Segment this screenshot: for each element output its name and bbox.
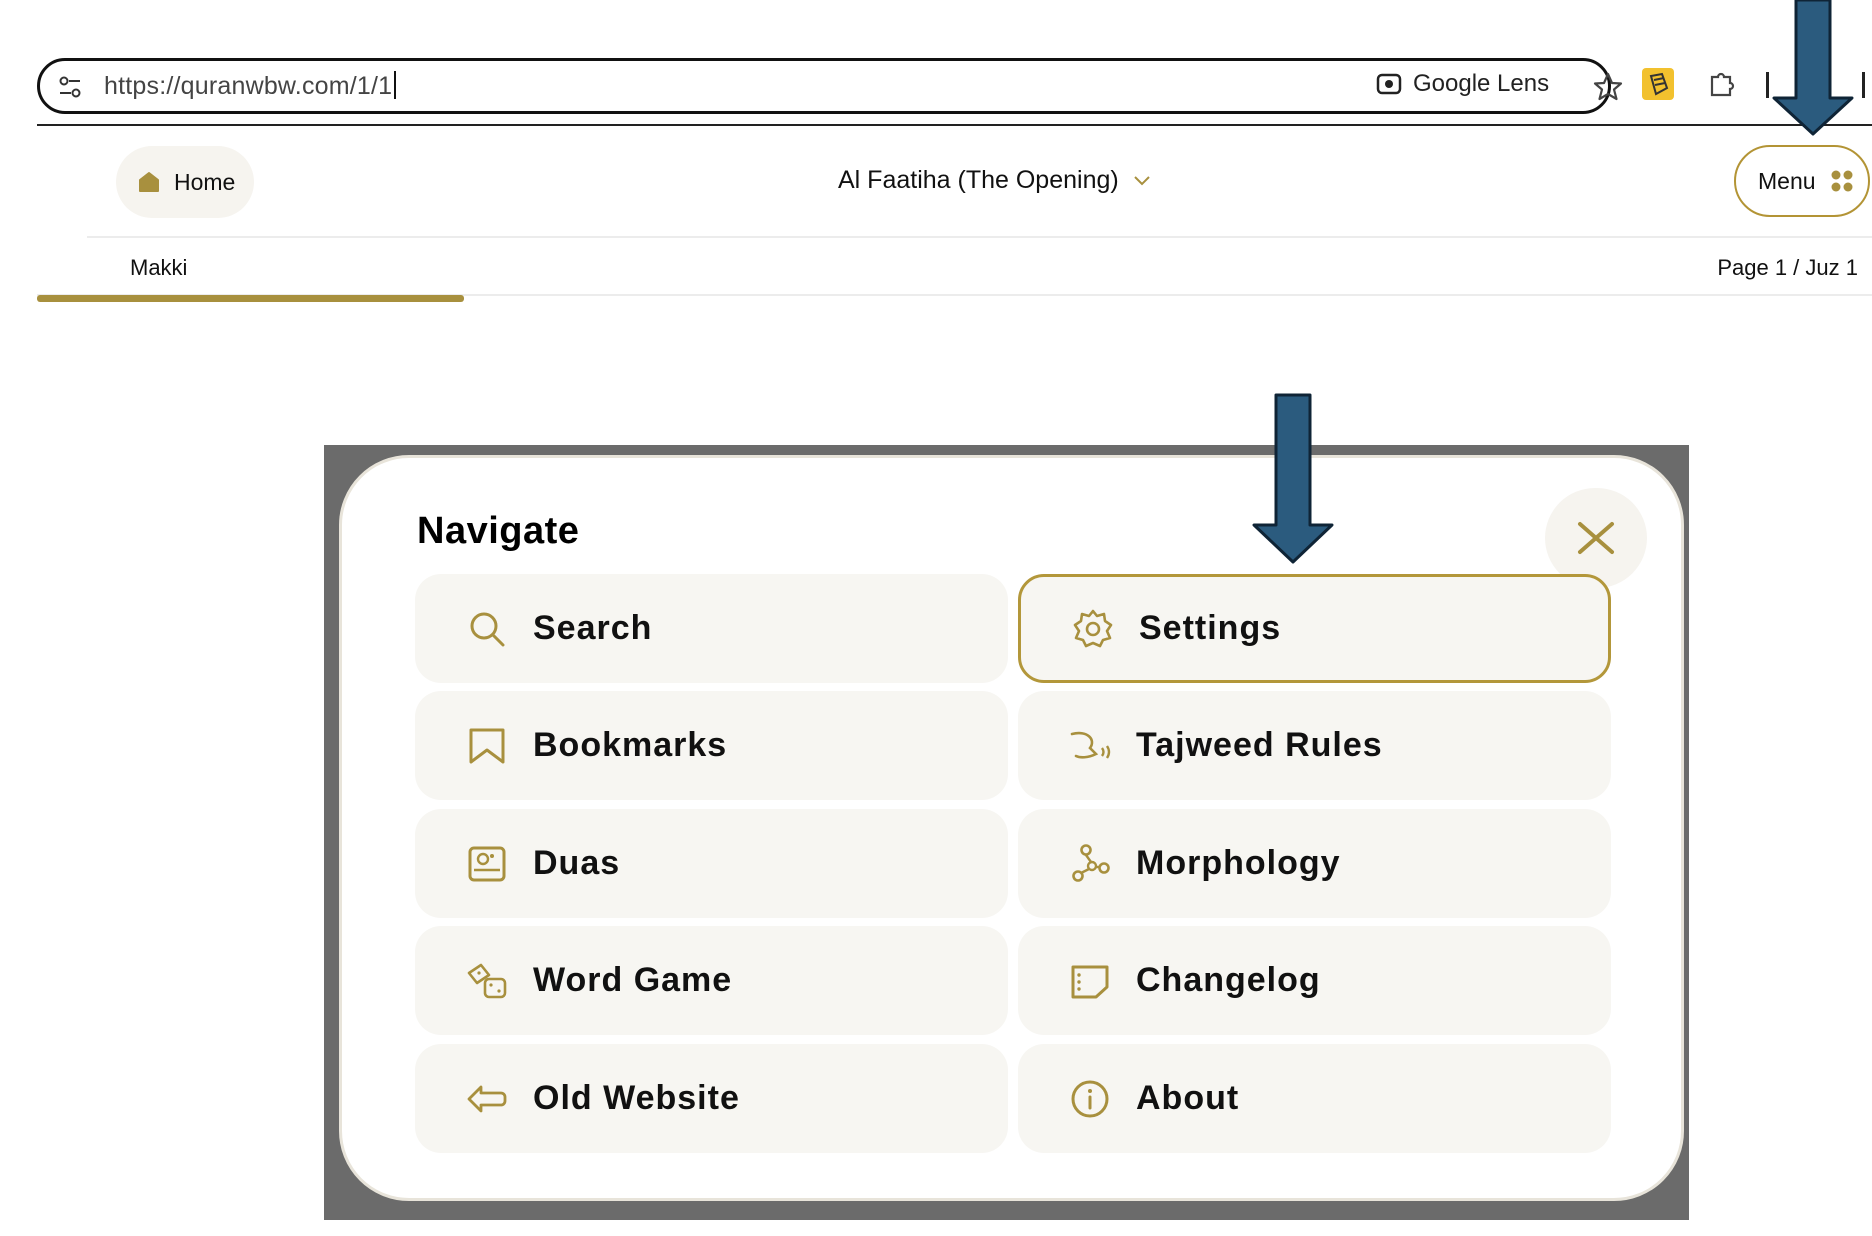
- extensions-icon[interactable]: [1706, 68, 1738, 100]
- home-button[interactable]: Home: [116, 146, 254, 218]
- nav-item-search[interactable]: Search: [415, 574, 1008, 683]
- dice-icon: [467, 963, 507, 998]
- search-icon: [470, 612, 505, 646]
- nav-item-label: About: [1136, 1079, 1240, 1117]
- tajweed-icon: [1070, 731, 1111, 759]
- google-lens-button[interactable]: Google Lens: [1375, 70, 1549, 98]
- chevron-down-icon: [1133, 175, 1150, 185]
- chrome-bottom-border: [37, 124, 1872, 126]
- annotation-arrow-settings: [1252, 393, 1334, 564]
- site-settings-icon[interactable]: [56, 73, 84, 101]
- home-label: Home: [174, 168, 236, 195]
- menu-label: Menu: [1758, 167, 1816, 194]
- menu-button[interactable]: Menu: [1734, 145, 1870, 217]
- nav-item-about[interactable]: About: [1018, 1044, 1611, 1153]
- nav-item-changelog[interactable]: Changelog: [1018, 926, 1611, 1035]
- nav-item-label: Tajweed Rules: [1136, 726, 1383, 764]
- nav-item-label: Duas: [533, 844, 621, 882]
- home-icon: [139, 172, 159, 192]
- surah-title: Al Faatiha (The Opening): [838, 166, 1119, 194]
- lens-label: Google Lens: [1413, 70, 1550, 97]
- nav-item-label: Old Website: [533, 1079, 740, 1117]
- navigate-modal: Navigate Search Settings Bookmarks Tajwe…: [339, 455, 1684, 1201]
- annotation-arrow-menu: [1772, 0, 1854, 136]
- info-icon: [1071, 1080, 1109, 1117]
- modal-title: Navigate: [417, 510, 580, 552]
- nav-item-tajweed-rules[interactable]: Tajweed Rules: [1018, 691, 1611, 800]
- revelation-type: Makki: [130, 255, 188, 280]
- duas-icon: [468, 846, 506, 881]
- toolbar-divider: [1766, 72, 1769, 98]
- surah-selector[interactable]: Al Faatiha (The Opening): [838, 166, 1151, 195]
- gear-icon: [1073, 609, 1113, 647]
- lens-icon: [1376, 73, 1402, 95]
- morphology-icon: [1072, 843, 1110, 882]
- nav-item-label: Bookmarks: [533, 726, 728, 764]
- bookmark-icon: [469, 728, 505, 763]
- nav-item-label: Settings: [1139, 609, 1282, 647]
- close-button[interactable]: [1545, 488, 1647, 588]
- nav-item-word-game[interactable]: Word Game: [415, 926, 1008, 1035]
- page-juz-indicator: Page 1 / Juz 1: [1717, 255, 1858, 280]
- bookmark-star-icon[interactable]: [1592, 71, 1624, 103]
- nav-item-label: Search: [533, 609, 653, 647]
- nav-item-settings[interactable]: Settings: [1018, 574, 1611, 683]
- nav-item-label: Morphology: [1136, 844, 1341, 882]
- reading-progress-bar: [37, 295, 464, 302]
- nav-item-label: Word Game: [533, 961, 733, 999]
- grid-icon: [1831, 170, 1853, 192]
- nav-item-bookmarks[interactable]: Bookmarks: [415, 691, 1008, 800]
- header-divider: [87, 236, 1872, 238]
- url-text[interactable]: https://quranwbw.com/1/1: [104, 71, 397, 101]
- address-bar[interactable]: https://quranwbw.com/1/1 Google Lens: [37, 58, 1623, 114]
- toolbar-divider: [1862, 72, 1865, 98]
- nav-item-old-website[interactable]: Old Website: [415, 1044, 1008, 1153]
- nav-item-morphology[interactable]: Morphology: [1018, 809, 1611, 918]
- close-icon: [1578, 522, 1614, 554]
- changelog-icon: [1071, 965, 1109, 998]
- nav-item-duas[interactable]: Duas: [415, 809, 1008, 918]
- extension-bee-icon[interactable]: [1642, 68, 1674, 100]
- arrow-left-icon: [467, 1085, 507, 1112]
- nav-item-label: Changelog: [1136, 961, 1321, 999]
